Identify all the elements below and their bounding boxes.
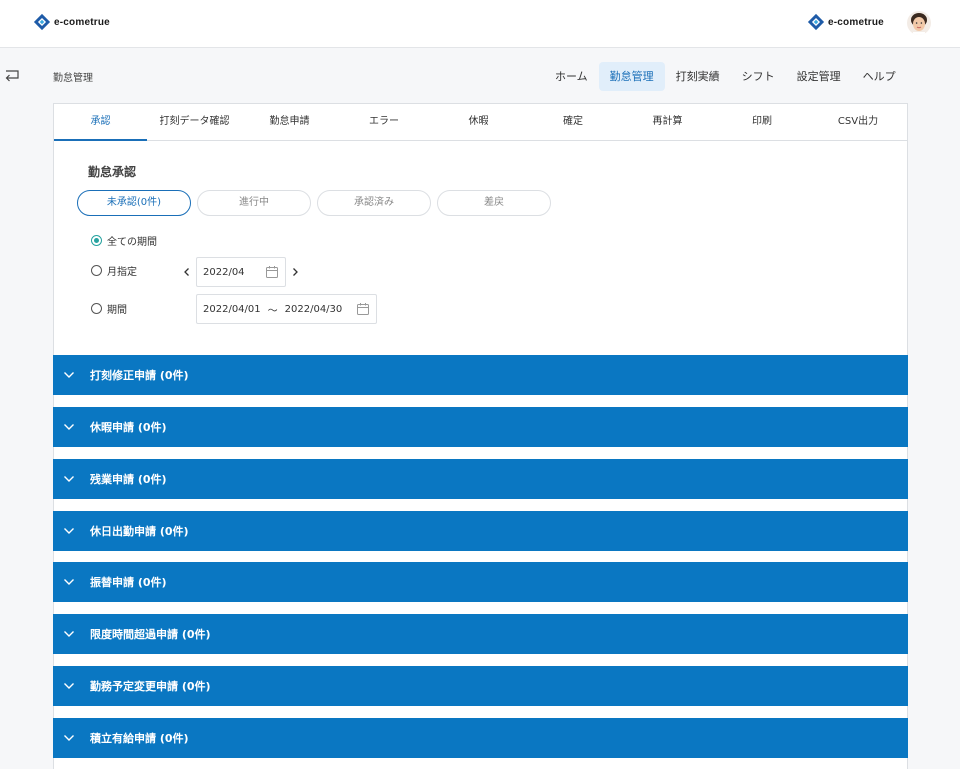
- chevron-down-icon: [64, 424, 74, 430]
- chevron-down-icon: [64, 579, 74, 585]
- accordion-clock-correction[interactable]: 打刻修正申請 (0件): [53, 355, 908, 395]
- tab-recalculate[interactable]: 再計算: [620, 104, 715, 140]
- section-title: 勤怠承認: [88, 165, 137, 179]
- month-picker: 2022/04: [179, 257, 303, 287]
- accordion-holiday-work-request[interactable]: 休日出勤申請 (0件): [53, 511, 908, 551]
- accordion-label: 休日出勤申請 (0件): [90, 525, 189, 538]
- chevron-down-icon: [64, 528, 74, 534]
- tab-leave[interactable]: 休暇: [431, 104, 526, 140]
- filter-in-progress[interactable]: 進行中: [197, 190, 311, 216]
- radio-label-range: 期間: [107, 305, 127, 316]
- nav-help[interactable]: ヘルプ: [852, 62, 907, 91]
- status-filters: 未承認(0件) 進行中 承認済み 差戻: [77, 190, 557, 216]
- tab-print[interactable]: 印刷: [715, 104, 809, 140]
- nav-attendance[interactable]: 勤怠管理: [598, 62, 665, 91]
- brand-text-right: e-cometrue: [828, 16, 884, 28]
- range-end: 2022/04/30: [284, 303, 343, 315]
- accordion-label: 休暇申請 (0件): [90, 421, 167, 434]
- nav-home[interactable]: ホーム: [544, 62, 599, 91]
- nav-clock-records[interactable]: 打刻実績: [665, 62, 731, 91]
- avatar-face-icon: [907, 11, 931, 35]
- calendar-icon[interactable]: [265, 265, 279, 279]
- chevron-down-icon: [64, 372, 74, 378]
- chevron-down-icon: [64, 683, 74, 689]
- tab-error[interactable]: エラー: [337, 104, 431, 140]
- accordion-label: 振替申請 (0件): [90, 576, 167, 589]
- radio-label-all: 全ての期間: [107, 237, 157, 248]
- accordion-limit-exceed-request[interactable]: 限度時間超過申請 (0件): [53, 614, 908, 654]
- chevron-down-icon: [64, 476, 74, 482]
- sub-tabs: 承認 打刻データ確認 勤怠申請 エラー 休暇 確定 再計算 印刷 CSV出力: [54, 104, 907, 141]
- chevron-left-icon[interactable]: [179, 264, 195, 280]
- accordion-label: 打刻修正申請 (0件): [90, 369, 189, 382]
- brand-text-left: e-cometrue: [54, 16, 110, 28]
- filter-returned[interactable]: 差戻: [437, 190, 551, 216]
- accordion-label: 限度時間超過申請 (0件): [90, 628, 211, 641]
- chevron-down-icon: [64, 631, 74, 637]
- month-value: 2022/04: [203, 266, 245, 278]
- radio-all-period[interactable]: 全ての期間: [91, 233, 157, 248]
- filter-approved[interactable]: 承認済み: [317, 190, 431, 216]
- avatar[interactable]: [907, 11, 931, 35]
- radio-button[interactable]: [91, 303, 102, 314]
- tab-attendance-request[interactable]: 勤怠申請: [242, 104, 337, 140]
- radio-range[interactable]: 期間: [91, 301, 127, 316]
- tab-csv-export[interactable]: CSV出力: [809, 104, 907, 140]
- tab-approval[interactable]: 承認: [54, 104, 147, 141]
- logo-mark-icon: [33, 13, 51, 31]
- top-bar: e-cometrue e-cometrue: [0, 0, 960, 48]
- accordion-label: 勤務予定変更申請 (0件): [90, 680, 211, 693]
- filter-unapproved[interactable]: 未承認(0件): [77, 190, 191, 216]
- calendar-icon[interactable]: [356, 302, 370, 316]
- brand-logo-right[interactable]: e-cometrue: [807, 12, 884, 32]
- page-title: 勤怠管理: [53, 73, 93, 84]
- brand-logo-left[interactable]: e-cometrue: [33, 12, 110, 32]
- logo-mark-icon: [807, 13, 825, 31]
- accordion-leave-request[interactable]: 休暇申請 (0件): [53, 407, 908, 447]
- radio-label-month: 月指定: [107, 267, 137, 278]
- tab-confirm[interactable]: 確定: [526, 104, 620, 140]
- nav-shift[interactable]: シフト: [731, 62, 786, 91]
- chevron-right-icon[interactable]: [287, 264, 303, 280]
- accordion-accumulated-leave-request[interactable]: 積立有給申請 (0件): [53, 718, 908, 758]
- accordion-schedule-change-request[interactable]: 勤務予定変更申請 (0件): [53, 666, 908, 706]
- accordion-label: 残業申請 (0件): [90, 473, 167, 486]
- nav-settings[interactable]: 設定管理: [786, 62, 852, 91]
- back-arrow-icon[interactable]: [3, 68, 21, 84]
- radio-month[interactable]: 月指定: [91, 263, 137, 278]
- chevron-down-icon: [64, 735, 74, 741]
- month-input[interactable]: 2022/04: [196, 257, 286, 287]
- range-separator: 〜: [267, 305, 278, 317]
- tab-clock-data[interactable]: 打刻データ確認: [147, 104, 242, 140]
- radio-button-checked[interactable]: [91, 235, 102, 246]
- accordion-overtime-request[interactable]: 残業申請 (0件): [53, 459, 908, 499]
- main-nav: ホーム 勤怠管理 打刻実績 シフト 設定管理 ヘルプ: [544, 62, 907, 91]
- range-start: 2022/04/01: [203, 303, 261, 315]
- date-range-input[interactable]: 2022/04/01 〜 2022/04/30: [196, 294, 377, 324]
- radio-button[interactable]: [91, 265, 102, 276]
- accordion-label: 積立有給申請 (0件): [90, 732, 189, 745]
- accordion-substitute-request[interactable]: 振替申請 (0件): [53, 562, 908, 602]
